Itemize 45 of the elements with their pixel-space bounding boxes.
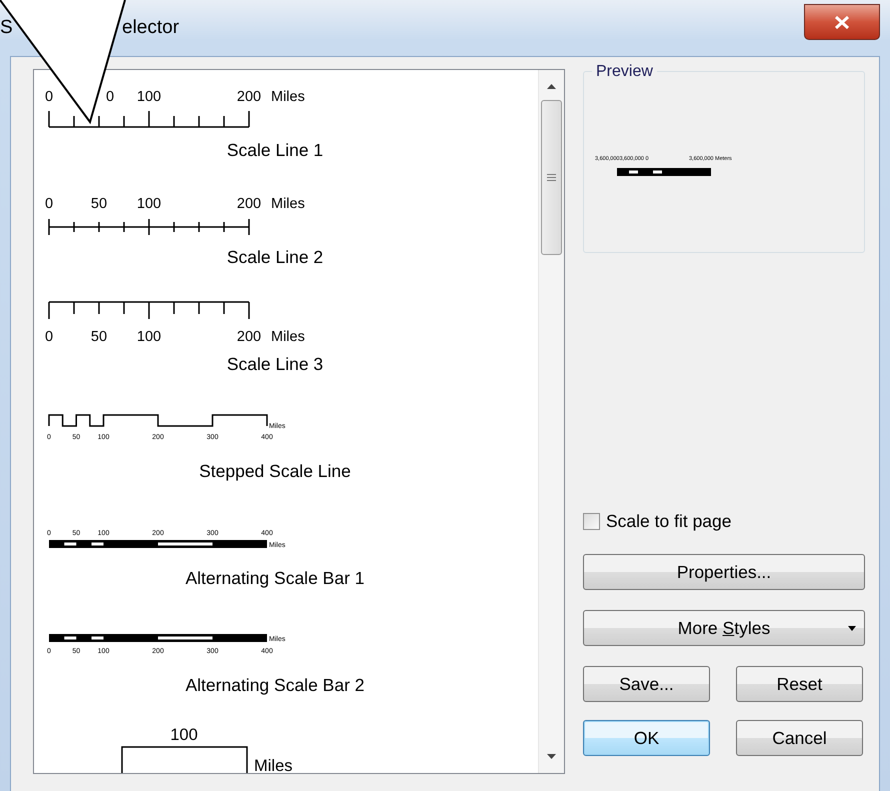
scale-label: 100 (170, 726, 198, 744)
scale-label: 0 (44, 196, 54, 212)
scroll-thumb[interactable] (541, 100, 562, 255)
scroll-up-icon[interactable] (547, 84, 556, 90)
scale-label: 50 (90, 196, 108, 212)
dropdown-caret-icon (848, 626, 856, 631)
style-name: Scale Line 3 (226, 354, 324, 375)
close-icon (834, 16, 850, 28)
unit-label: Miles (254, 757, 293, 773)
vertical-scrollbar[interactable] (538, 70, 564, 773)
checkbox[interactable] (583, 513, 600, 530)
scale-bar-drawing[interactable]: 0 50 100 200 Miles (34, 296, 364, 346)
scale-label: 200 (236, 89, 262, 105)
style-name: Alternating Scale Bar 1 (184, 568, 366, 589)
more-styles-button[interactable]: More Styles (583, 610, 865, 646)
grip-icon (547, 174, 556, 181)
cancel-button[interactable]: Cancel (736, 720, 863, 756)
unit-label: Miles (271, 329, 305, 345)
ok-button[interactable]: OK (583, 720, 710, 756)
unit-label: Miles (271, 89, 305, 105)
properties-button[interactable]: Properties... (583, 554, 865, 590)
scale-label: 0 (44, 329, 54, 345)
scale-bar-drawing[interactable]: 0 50 100 200 Miles (34, 189, 364, 239)
style-name: Stepped Scale Line (198, 461, 352, 482)
scale-label: 0 (106, 89, 114, 105)
window-title: elector (122, 17, 180, 39)
scale-label: 200 (236, 329, 262, 345)
scale-label: 100 (136, 329, 162, 345)
scale-label: 200 (236, 196, 262, 212)
scroll-down-icon[interactable] (547, 753, 556, 759)
style-name: Scale Line 1 (226, 140, 324, 161)
scale-label: 50 (90, 329, 108, 345)
checkbox-label: Scale to fit page (606, 511, 732, 532)
scale-label: 0 (44, 89, 54, 105)
scale-bar-drawing[interactable]: 100 Miles (34, 724, 364, 773)
scale-label: 100 (136, 196, 162, 212)
window-title: S (0, 17, 13, 39)
scale-bar-drawing[interactable]: 0 0 100 200 Miles (34, 82, 364, 132)
save-button[interactable]: Save... (583, 666, 710, 702)
style-name: Alternating Scale Bar 2 (184, 675, 366, 696)
style-name: Scale Line 2 (226, 247, 324, 268)
unit-label: Miles (271, 196, 305, 212)
scale-label: 100 (136, 89, 162, 105)
reset-button[interactable]: Reset (736, 666, 863, 702)
close-button[interactable] (804, 4, 880, 40)
